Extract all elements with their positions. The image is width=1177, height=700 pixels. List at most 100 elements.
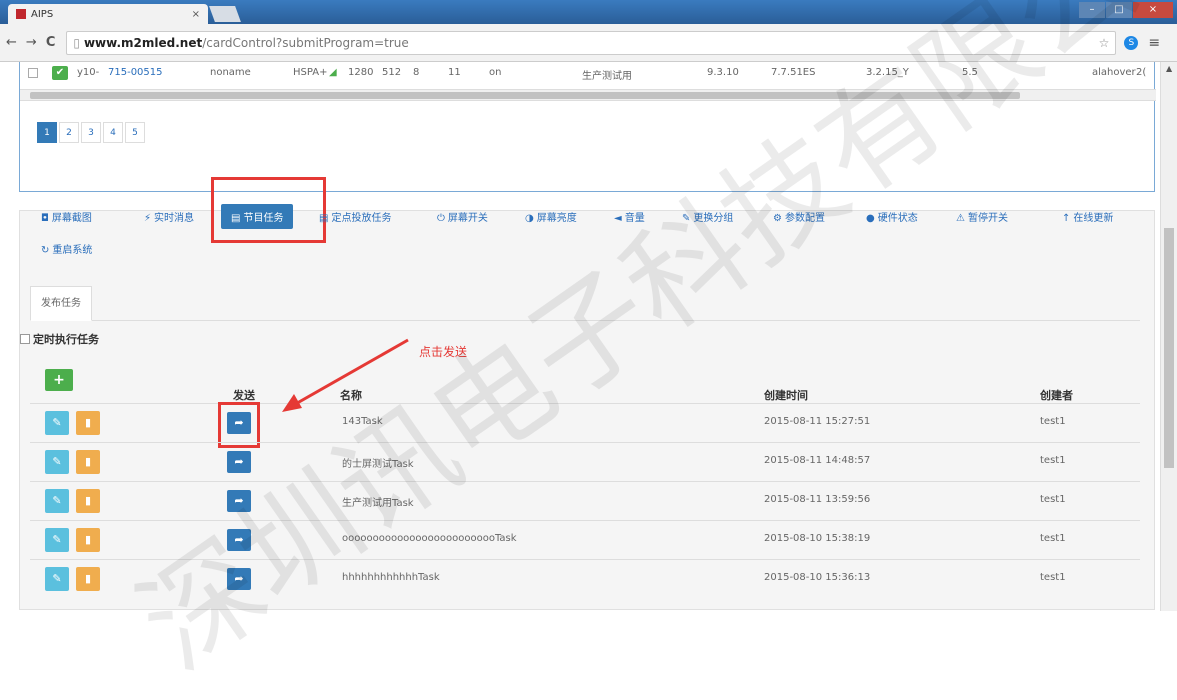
page-1[interactable]: 1 (37, 122, 57, 143)
edit-button[interactable]: ✎ (45, 450, 69, 474)
device-v4: 5.5 (962, 67, 978, 78)
vertical-scrollbar-thumb[interactable] (1164, 228, 1174, 468)
url-domain: www.m2mled.net (83, 35, 203, 50)
bookmark-star-icon[interactable]: ☆ (1099, 36, 1110, 50)
task-creator: test1 (1040, 572, 1066, 583)
task-name: 生产测试用Task (342, 498, 414, 509)
horizontal-scrollbar[interactable] (20, 89, 1156, 101)
device-v1: 9.3.10 (707, 67, 739, 78)
browser-tab[interactable]: AIPS × (8, 4, 208, 24)
task-created: 2015-08-10 15:38:19 (764, 533, 871, 544)
device-height: 512 (382, 67, 402, 78)
page-4[interactable]: 4 (103, 122, 123, 143)
signal-icon: ◢ (329, 67, 337, 78)
add-task-button[interactable]: + (45, 369, 73, 391)
send-button[interactable]: ➦ (227, 490, 251, 512)
row-checkbox[interactable] (28, 68, 38, 78)
page-icon: ▯ (73, 35, 80, 50)
scroll-up-icon[interactable]: ▲ (1166, 64, 1172, 73)
device-n2: 11 (448, 67, 461, 78)
task-tabs: 发布任务 (30, 286, 1140, 321)
device-row[interactable]: ✔ y10- 715-00515 noname HSPA+ ◢ 1280 512… (20, 62, 1156, 84)
task-creator: test1 (1040, 533, 1066, 544)
favicon-icon (16, 9, 26, 19)
bolt-icon: ⚡ (144, 213, 152, 224)
action-pause-switch[interactable]: ⚠ 暂停开关 (956, 209, 1008, 224)
action-realtime-message[interactable]: ⚡ 实时消息 (144, 209, 194, 224)
edit-button[interactable]: ✎ (45, 528, 69, 552)
action-restart-system[interactable]: ↻ 重启系统 (41, 241, 92, 256)
header-send: 发送 (233, 389, 255, 402)
timer-task-label: 定时执行任务 (33, 333, 99, 346)
tab-publish-task[interactable]: 发布任务 (30, 286, 92, 321)
edit-button[interactable]: ✎ (45, 489, 69, 513)
task-creator: test1 (1040, 455, 1066, 466)
browser-menu-icon[interactable]: ≡ (1148, 35, 1160, 51)
close-window-button[interactable]: × (1133, 2, 1173, 18)
task-created: 2015-08-11 13:59:56 (764, 494, 871, 505)
send-button[interactable]: ➦ (227, 451, 251, 473)
vertical-scrollbar[interactable]: ▲ (1160, 62, 1177, 611)
page-3[interactable]: 3 (81, 122, 101, 143)
maximize-button[interactable]: □ (1106, 2, 1132, 18)
page-2[interactable]: 2 (59, 122, 79, 143)
annotation-arrow (282, 338, 409, 412)
table-row: ✎ ▮ ➦ 生产测试用Task 2015-08-11 13:59:56 test… (30, 481, 1140, 520)
device-group: 生产测试用 (582, 71, 632, 82)
delete-button[interactable]: ▮ (76, 489, 100, 513)
page-5[interactable]: 5 (125, 122, 145, 143)
timer-task-checkbox[interactable] (20, 334, 30, 344)
device-v3: 3.2.15_Y (866, 67, 909, 78)
url-input[interactable]: ▯ www.m2mled.net /cardControl?submitProg… (66, 30, 1117, 55)
send-button[interactable]: ➦ (227, 568, 251, 590)
edit-button[interactable]: ✎ (45, 411, 69, 435)
timer-task-row[interactable]: 定时执行任务 (20, 331, 99, 347)
action-volume[interactable]: ◄ 音量 (614, 209, 645, 224)
action-screen-switch[interactable]: ⏻ 屏幕开关 (437, 209, 488, 224)
action-panel: ◘ 屏幕截图 ⚡ 实时消息 ▤ 节目任务 ▤ 定点投放任务 ⏻ 屏幕开关 ◑ 屏幕亮度 ◄ 音… (19, 177, 1155, 610)
tab-title: AIPS (31, 8, 54, 20)
extension-icon[interactable]: S (1124, 35, 1139, 50)
action-label: 参数配置 (784, 213, 825, 224)
device-n1: 8 (413, 67, 420, 78)
device-code-link[interactable]: 715-00515 (108, 67, 163, 78)
task-created: 2015-08-10 15:36:13 (764, 572, 871, 583)
device-width: 1280 (348, 67, 374, 78)
action-label: 定点投放任务 (331, 213, 392, 224)
action-hardware-status[interactable]: ● 硬件状态 (866, 209, 918, 224)
action-param-config[interactable]: ⚙ 参数配置 (773, 209, 825, 224)
pagination: 1 2 3 4 5 (37, 122, 145, 143)
send-button[interactable]: ➦ (227, 529, 251, 551)
delete-button[interactable]: ▮ (76, 411, 100, 435)
back-icon[interactable]: ← (6, 35, 17, 50)
minimize-button[interactable]: – (1079, 2, 1105, 18)
task-name: 143Task (342, 416, 383, 427)
action-label: 硬件状态 (877, 213, 918, 224)
online-check-icon: ✔ (52, 66, 68, 80)
annotation-click-send: 点击发送 (419, 345, 468, 359)
film-icon: ▤ (319, 213, 329, 224)
action-brightness[interactable]: ◑ 屏幕亮度 (525, 209, 577, 224)
tab-close-icon[interactable]: × (192, 9, 200, 20)
action-label: 在线更新 (1073, 213, 1114, 224)
action-change-group[interactable]: ✎ 更换分组 (682, 209, 733, 224)
action-fixed-point-task[interactable]: ▤ 定点投放任务 (319, 209, 391, 224)
action-online-update[interactable]: ↑ 在线更新 (1062, 209, 1113, 224)
forward-icon[interactable]: → (26, 35, 37, 50)
action-screenshot[interactable]: ◘ 屏幕截图 (41, 209, 92, 224)
edit-button[interactable]: ✎ (45, 567, 69, 591)
scrollbar-thumb[interactable] (30, 92, 1020, 99)
address-bar-row: ← → C ▯ www.m2mled.net /cardControl?subm… (0, 24, 1177, 62)
device-name: noname (210, 67, 251, 78)
new-tab-button[interactable] (209, 6, 241, 22)
action-label: 实时消息 (154, 213, 195, 224)
task-name: oooooooooooooooooooooooooTask (342, 533, 517, 544)
reload-icon[interactable]: C (46, 35, 56, 50)
table-row: ✎ ▮ ➦ 的士屏测试Task 2015-08-11 14:48:57 test… (30, 442, 1140, 481)
task-creator: test1 (1040, 494, 1066, 505)
delete-button[interactable]: ▮ (76, 528, 100, 552)
delete-button[interactable]: ▮ (76, 450, 100, 474)
highlight-box (211, 177, 326, 243)
device-id: y10- (77, 67, 100, 78)
delete-button[interactable]: ▮ (76, 567, 100, 591)
